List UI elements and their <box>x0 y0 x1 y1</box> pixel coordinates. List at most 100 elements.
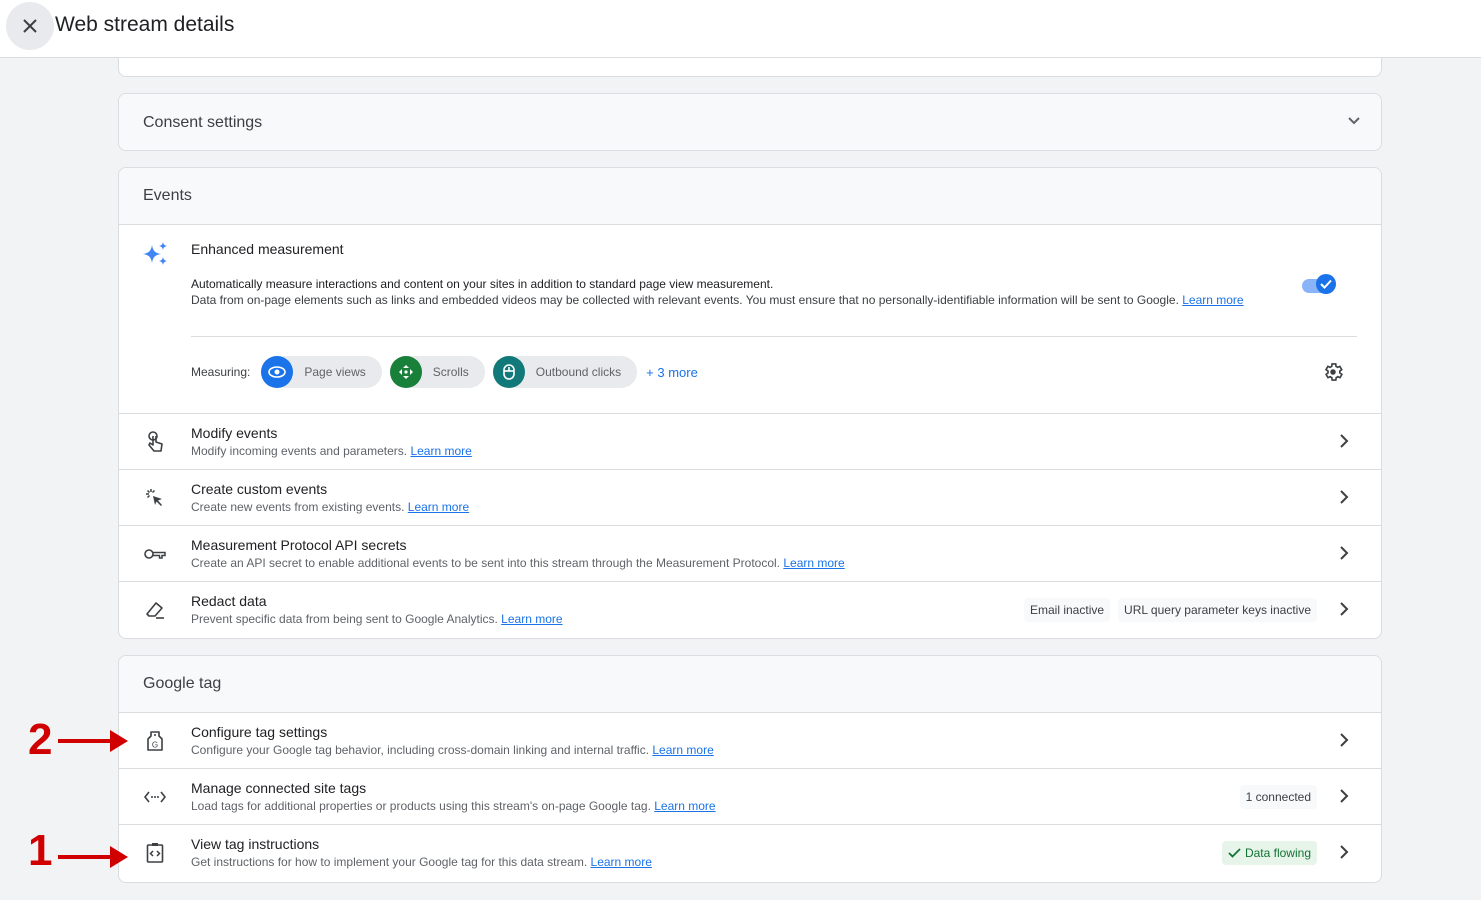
enhanced-measurement-learn-more-link[interactable]: Learn more <box>1182 293 1243 307</box>
consent-settings-header[interactable]: Consent settings <box>119 94 1381 150</box>
view-tag-instructions-row[interactable]: View tag instructions Get instructions f… <box>119 825 1381 881</box>
chip-scrolls: Scrolls <box>389 356 485 388</box>
learn-more-link[interactable]: Learn more <box>654 799 715 813</box>
divider <box>191 336 1357 337</box>
measurement-protocol-row[interactable]: Measurement Protocol API secrets Create … <box>119 526 1381 582</box>
google-tag-icon: G <box>143 729 167 753</box>
row-title: Configure tag settings <box>191 724 328 740</box>
row-title: View tag instructions <box>191 836 320 852</box>
manage-connected-site-tags-row[interactable]: Manage connected site tags Load tags for… <box>119 769 1381 825</box>
chevron-right-icon <box>1340 434 1349 448</box>
configure-tag-settings-row[interactable]: G Configure tag settings Configure your … <box>119 713 1381 769</box>
close-icon <box>23 19 37 33</box>
google-tag-header: Google tag <box>119 656 1381 713</box>
sparkle-icon <box>143 242 167 265</box>
check-icon <box>1228 848 1241 858</box>
create-custom-events-row[interactable]: Create custom events Create new events f… <box>119 470 1381 526</box>
google-tag-title: Google tag <box>143 675 222 692</box>
redact-badges: Email inactive URL query parameter keys … <box>1016 598 1317 622</box>
mouse-icon <box>492 356 525 388</box>
enhanced-measurement-toggle[interactable] <box>1300 272 1338 296</box>
enhanced-measurement-desc-line1: Automatically measure interactions and c… <box>191 277 774 291</box>
chevron-right-icon <box>1340 845 1349 859</box>
events-title: Events <box>143 187 192 204</box>
enhanced-measurement-title: Enhanced measurement <box>191 241 344 257</box>
chevron-right-icon <box>1340 733 1349 747</box>
google-tag-card: Google tag G Configure tag settings Conf… <box>118 655 1382 883</box>
events-header: Events <box>119 168 1381 225</box>
check-icon <box>1320 279 1332 289</box>
measuring-chips: Measuring: Page views Scrolls Outbound c… <box>191 356 698 388</box>
chip-label: Outbound clicks <box>535 365 622 379</box>
email-inactive-badge: Email inactive <box>1024 598 1111 622</box>
annotation-number-2: 2 <box>28 715 53 764</box>
annotation-arrow-2 <box>58 730 128 752</box>
key-icon <box>143 542 167 566</box>
row-title: Redact data <box>191 593 267 609</box>
eraser-icon <box>143 598 167 622</box>
annotation-number-1: 1 <box>28 826 53 875</box>
enhanced-measurement-section: Enhanced measurement Automatically measu… <box>119 225 1381 414</box>
enhanced-measurement-description: Automatically measure interactions and c… <box>191 276 1281 308</box>
data-flowing-badge: Data flowing <box>1221 841 1317 865</box>
row-description: Modify incoming events and parameters. L… <box>191 444 472 458</box>
touch-hand-icon <box>143 430 167 454</box>
chip-label: Page views <box>304 365 366 379</box>
scroll-arrows-icon <box>389 356 422 388</box>
more-measurements-link[interactable]: + 3 more <box>646 365 698 380</box>
close-button[interactable] <box>6 2 54 50</box>
modify-events-row[interactable]: Modify events Modify incoming events and… <box>119 414 1381 470</box>
learn-more-link[interactable]: Learn more <box>652 743 713 757</box>
row-desc-text: Load tags for additional properties or p… <box>191 799 655 813</box>
url-query-inactive-badge: URL query parameter keys inactive <box>1118 598 1317 622</box>
data-flowing-label: Data flowing <box>1244 846 1311 860</box>
row-desc-text: Configure your Google tag behavior, incl… <box>191 743 653 757</box>
row-desc-text: Modify incoming events and parameters. <box>191 444 411 458</box>
redact-data-row[interactable]: Redact data Prevent specific data from b… <box>119 582 1381 638</box>
chip-label: Scrolls <box>432 365 469 379</box>
consent-settings-card[interactable]: Consent settings <box>118 93 1382 151</box>
desc-line2-text: Data from on-page elements such as links… <box>191 293 1183 307</box>
chevron-right-icon <box>1340 602 1349 616</box>
row-description: Configure your Google tag behavior, incl… <box>191 743 714 757</box>
row-description: Prevent specific data from being sent to… <box>191 612 563 626</box>
learn-more-link[interactable]: Learn more <box>783 556 844 570</box>
measuring-label: Measuring: <box>191 365 251 379</box>
svg-text:G: G <box>152 741 158 750</box>
row-desc-text: Prevent specific data from being sent to… <box>191 612 502 626</box>
chevron-right-icon <box>1340 490 1349 504</box>
cursor-click-icon <box>143 486 167 510</box>
status-badges: Data flowing <box>1214 841 1317 865</box>
eye-icon <box>261 356 294 388</box>
code-dots-icon <box>143 785 167 809</box>
connected-badges: 1 connected <box>1232 785 1317 809</box>
gear-icon[interactable] <box>1322 361 1344 383</box>
clipboard-code-icon <box>143 841 167 865</box>
toggle-knob <box>1316 274 1336 294</box>
row-desc-text: Create an API secret to enable additiona… <box>191 556 784 570</box>
row-title: Modify events <box>191 425 278 441</box>
top-bar: Web stream details <box>0 0 1481 58</box>
row-description: Load tags for additional properties or p… <box>191 799 716 813</box>
row-title: Manage connected site tags <box>191 780 367 796</box>
page-title: Web stream details <box>55 13 235 36</box>
row-title: Create custom events <box>191 481 328 497</box>
enhanced-measurement-desc-line2: Data from on-page elements such as links… <box>191 292 1281 308</box>
chevron-down-icon[interactable] <box>1347 116 1361 126</box>
connected-count-badge: 1 connected <box>1239 785 1317 809</box>
row-desc-text: Create new events from existing events. <box>191 500 408 514</box>
row-description: Get instructions for how to implement yo… <box>191 855 652 869</box>
chevron-right-icon <box>1340 789 1349 803</box>
learn-more-link[interactable]: Learn more <box>501 612 562 626</box>
chip-outbound-clicks: Outbound clicks <box>492 356 638 388</box>
row-description: Create new events from existing events. … <box>191 500 469 514</box>
learn-more-link[interactable]: Learn more <box>410 444 471 458</box>
learn-more-link[interactable]: Learn more <box>408 500 469 514</box>
consent-settings-title: Consent settings <box>143 113 263 131</box>
chip-page-views: Page views <box>261 356 382 388</box>
annotation-arrow-1 <box>58 846 128 868</box>
row-description: Create an API secret to enable additiona… <box>191 556 845 570</box>
row-title: Measurement Protocol API secrets <box>191 537 407 553</box>
learn-more-link[interactable]: Learn more <box>591 855 652 869</box>
events-card: Events Enhanced measurement Automaticall… <box>118 167 1382 639</box>
